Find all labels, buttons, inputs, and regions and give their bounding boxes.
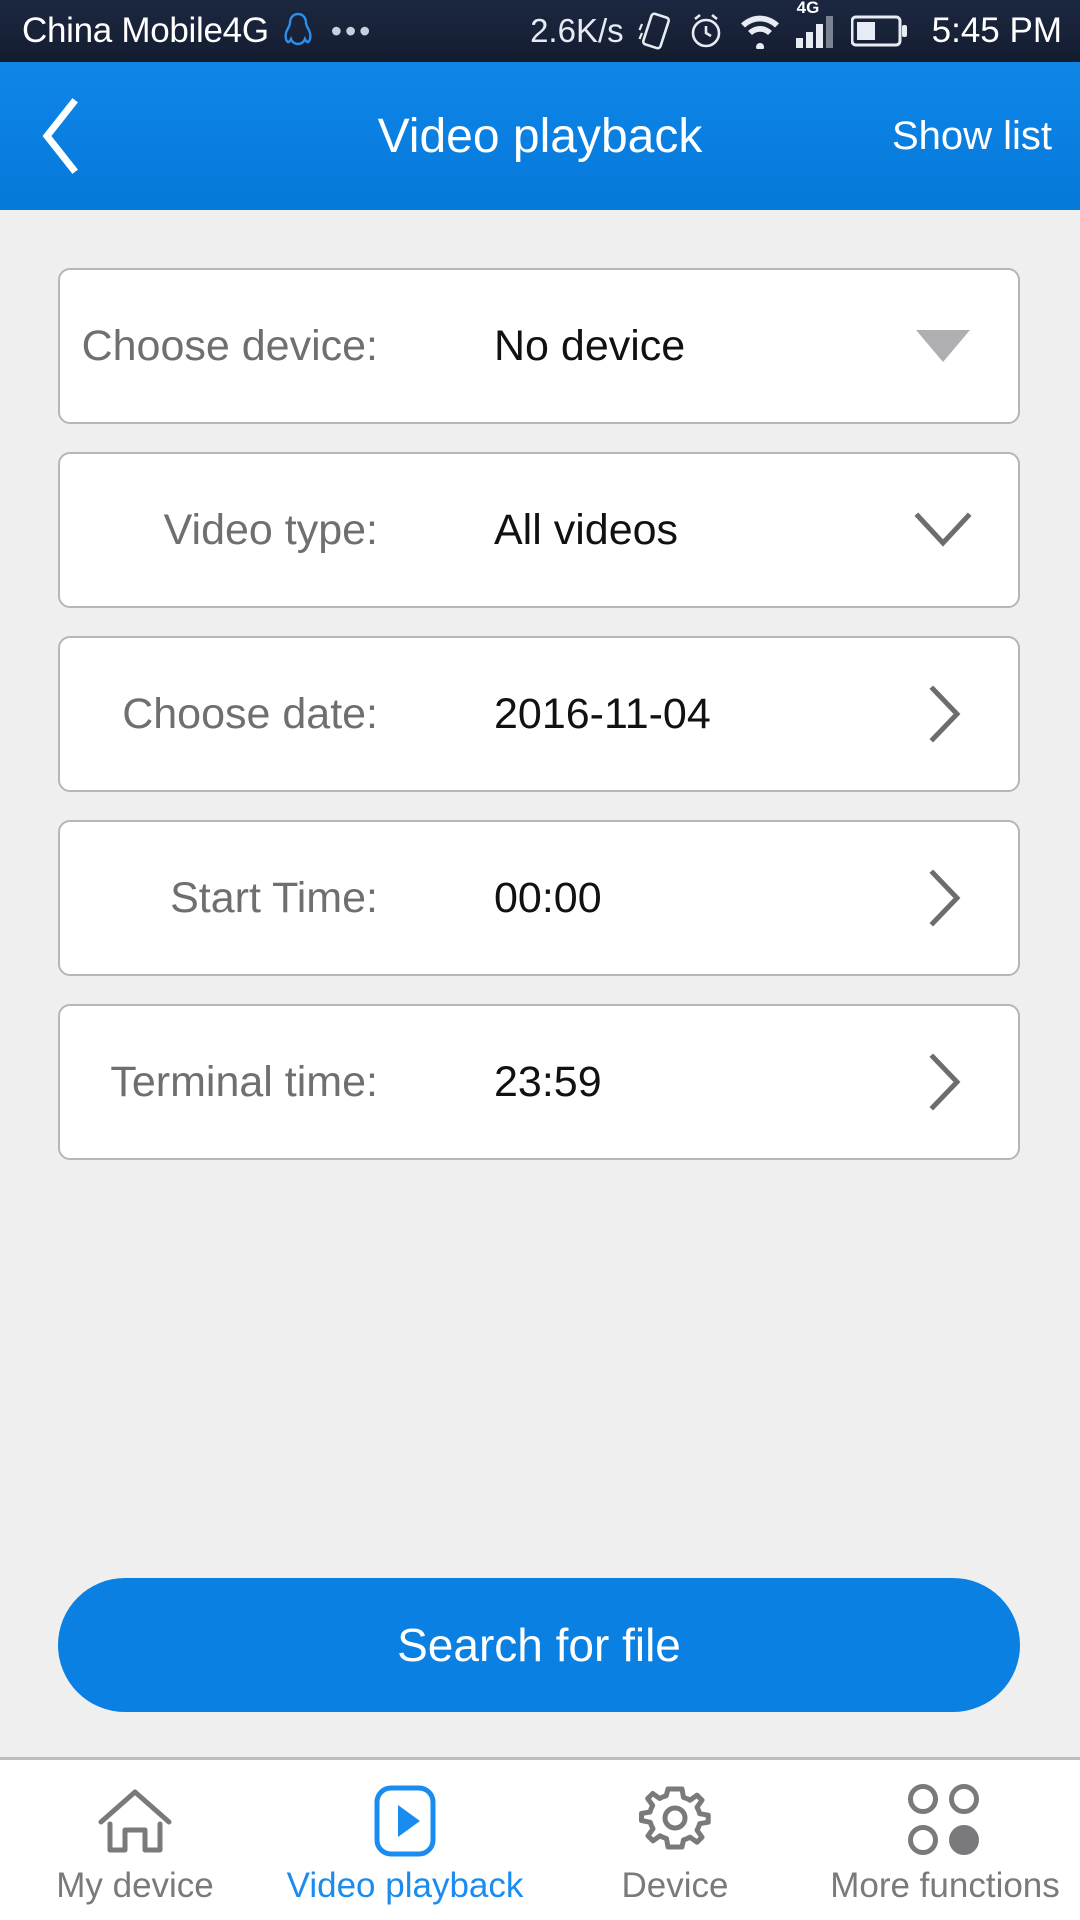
video-type-value: All videos (494, 505, 679, 554)
choose-date-label: Choose date: (122, 689, 378, 738)
choose-date-value: 2016-11-04 (494, 689, 711, 738)
back-chevron-icon (42, 98, 78, 174)
choose-device-value: No device (494, 321, 686, 370)
terminal-time-label: Terminal time: (110, 1057, 378, 1106)
nav-item-video-playback[interactable]: Video playback (270, 1760, 540, 1920)
network-speed-label: 2.6K/s (530, 12, 624, 49)
choose-device-label: Choose device: (81, 321, 378, 370)
show-list-button[interactable]: Show list (892, 114, 1052, 159)
app-screen: China Mobile4G ••• 2.6K/s 4G 5:45 PM Vid… (0, 0, 1080, 1920)
home-icon (93, 1780, 177, 1862)
battery-icon (850, 14, 909, 48)
signal-generation-label: 4G (796, 0, 820, 17)
start-time-label: Start Time: (170, 873, 378, 922)
terminal-time-value: 23:59 (494, 1057, 602, 1106)
circle-top-left (908, 1784, 938, 1814)
start-time-row[interactable]: Start Time: 00:00 (58, 820, 1020, 976)
nav-item-more-functions[interactable]: More functions (810, 1760, 1080, 1920)
back-button[interactable] (0, 62, 120, 210)
carrier-label: China Mobile4G (22, 11, 269, 50)
app-header: Video playback Show list (0, 62, 1080, 210)
nav-label-more-functions: More functions (830, 1866, 1060, 1905)
circle-top-right (949, 1784, 979, 1814)
nav-item-device[interactable]: Device (540, 1760, 810, 1920)
play-square-icon (366, 1780, 444, 1862)
nav-item-my-device[interactable]: My device (0, 1760, 270, 1920)
clock-label: 5:45 PM (931, 11, 1062, 50)
gear-icon (635, 1780, 715, 1862)
choose-date-row[interactable]: Choose date: 2016-11-04 (58, 636, 1020, 792)
nav-label-device: Device (621, 1866, 729, 1905)
circle-bottom-left (908, 1825, 938, 1855)
video-type-row[interactable]: Video type: All videos (58, 452, 1020, 608)
wifi-icon (738, 13, 782, 49)
choose-device-row[interactable]: Choose device: No device (58, 268, 1020, 424)
alarm-clock-icon (687, 11, 725, 51)
signal-bars-icon: 4G (795, 0, 837, 48)
chevron-right-icon[interactable] (908, 863, 978, 933)
search-for-file-button[interactable]: Search for file (58, 1578, 1020, 1712)
terminal-time-row[interactable]: Terminal time: 23:59 (58, 1004, 1020, 1160)
bottom-navigation: My device Video playback Device More fun… (0, 1757, 1080, 1920)
four-circles-icon (908, 1780, 982, 1862)
vibrate-icon (638, 11, 674, 51)
nav-label-my-device: My device (56, 1866, 214, 1905)
status-bar: China Mobile4G ••• 2.6K/s 4G 5:45 PM (0, 0, 1080, 62)
chevron-right-icon[interactable] (908, 679, 978, 749)
qq-penguin-icon (281, 11, 315, 51)
main-content: Choose device: No device Video type: All… (0, 210, 1080, 1757)
nav-label-video-playback: Video playback (286, 1866, 524, 1905)
more-dots-icon: ••• (330, 13, 374, 49)
chevron-down-icon[interactable] (908, 495, 978, 565)
circle-bottom-right-filled (949, 1825, 979, 1855)
chevron-right-icon[interactable] (908, 1047, 978, 1117)
video-type-label: Video type: (163, 505, 378, 554)
start-time-value: 00:00 (494, 873, 602, 922)
triangle-down-icon[interactable] (908, 311, 978, 381)
